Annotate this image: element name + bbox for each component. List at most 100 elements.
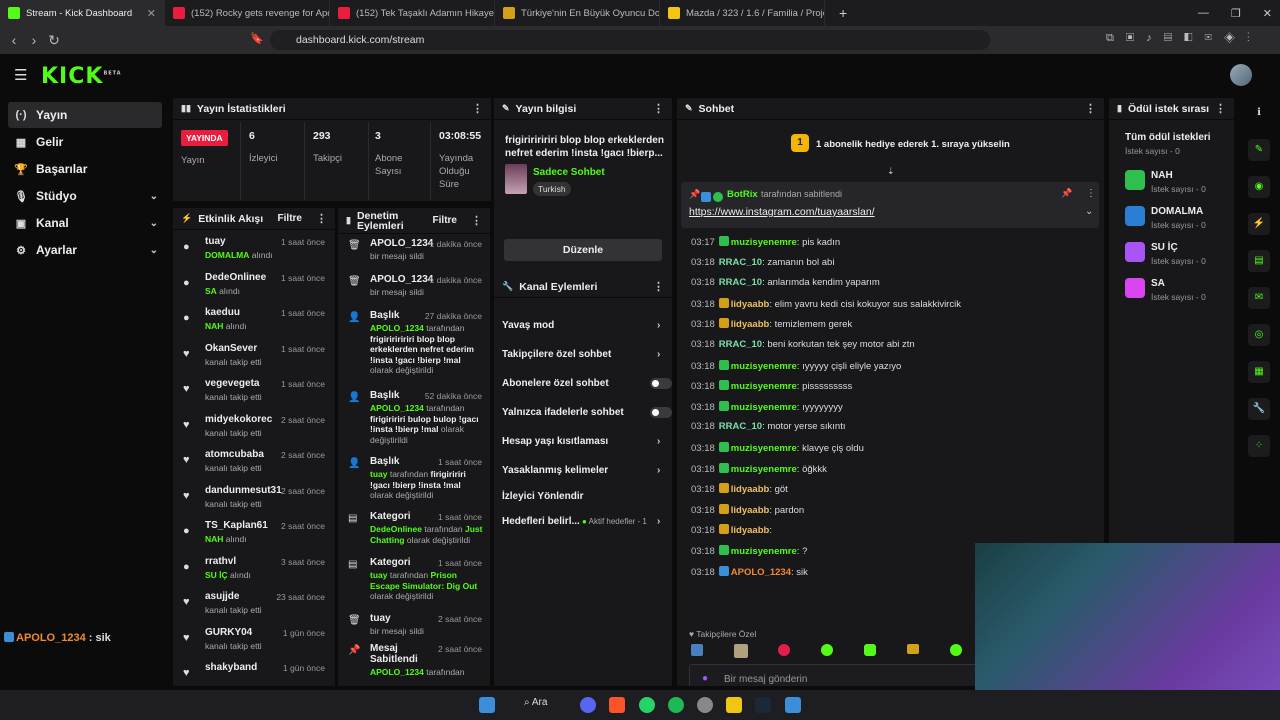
chat-username[interactable]: muzisyenemre [731,402,797,413]
browser-tab[interactable]: Türkiye'nin En Büyük Oyuncu Dostu ...✕ [495,0,660,26]
emote-row[interactable] [691,644,971,660]
new-tab-button[interactable]: + [839,5,847,21]
unpin-icon[interactable]: 📌 [1061,188,1072,199]
list-item[interactable]: ♥ atomcubaba kanalı takip etti 2 saat önce [173,445,335,481]
browser-tab[interactable]: Mazda / 323 / 1.6 / Familia / Projelik✕ [660,0,825,26]
pencil-icon[interactable]: ✎ [1248,139,1270,161]
list-item[interactable]: ♥ GURKY04 kanalı takip etti 1 gün önce [173,623,335,659]
list-item[interactable]: ♥ midyekokorec kanalı takip etti 2 saat önc… [173,410,335,446]
sidebar-item[interactable]: 🎙 Stüdyo ⌄ [8,183,162,209]
sidebar-item[interactable]: (·) Yayın [8,102,162,128]
chat-username[interactable]: muzisyenemre [731,237,797,248]
chat-username[interactable]: lidyaabb [731,525,770,536]
sidebar-item[interactable]: 🏆 Başarılar [8,156,162,182]
pinned-link[interactable]: https://www.instagram.com/tuayaarslan/ [689,206,875,218]
folder-icon[interactable] [726,697,742,713]
list-item[interactable]: ● TS_Kaplan61 NAH alındı 2 saat önce [173,516,335,552]
edit-button[interactable]: Düzenle [504,239,662,261]
url-field[interactable]: dashboard.kick.com/stream [270,30,990,50]
filter-button[interactable]: Filtre [278,213,302,224]
browser-tab[interactable]: (152) Rocky gets revenge for Apollo!✕ [165,0,330,26]
chevron-right-icon[interactable]: › [657,516,660,527]
document-icon[interactable]: ▤ [1248,250,1270,272]
more-icon[interactable]: ⋮ [316,212,327,225]
more-icon[interactable]: ⋮ [653,102,664,115]
chat-message[interactable]: 03:18 muzisyenemre: ıyyyyyyyy [691,400,843,413]
broadcast-icon[interactable]: ◎ [1248,324,1270,346]
more-icon[interactable]: ⋮ [1085,102,1096,115]
emote-icon[interactable] [864,644,876,656]
channel-action[interactable]: Yavaş mod › [502,320,662,331]
close-window-icon[interactable]: ✕ [1263,7,1272,20]
pinned-user[interactable]: BotRix [727,189,758,200]
channel-action[interactable]: Hedefleri belirl... › ● Aktif hedefler - 1 [502,516,662,527]
chat-username[interactable]: RRAC_10 [719,277,762,288]
chat-message[interactable]: 03:18 RRAC_10: zamanın bol abi [691,257,834,268]
whatsapp-icon[interactable] [639,697,655,713]
browser-toolbar-icons[interactable]: ⧉▣♪▤◧✉◈⋮ [1106,32,1262,45]
emote-icon[interactable] [691,644,703,656]
more-icon[interactable]: ⋮ [1086,188,1096,199]
info-icon[interactable]: ℹ [1248,102,1270,124]
chat-username[interactable]: muzisyenemre [731,381,797,392]
kick-logo[interactable]: KICKBETA [41,64,122,89]
discord-icon[interactable] [580,697,596,713]
browser-tab[interactable]: Stream - Kick Dashboard ✕ [0,0,165,26]
spotify-icon[interactable] [668,697,684,713]
chat-message[interactable]: 03:18 lidyaabb: [691,524,772,536]
filter-button[interactable]: Filtre [433,215,457,226]
forward-icon[interactable]: › [24,32,44,48]
toggle-switch[interactable] [650,378,672,389]
emote-icon[interactable] [950,644,962,656]
chevron-right-icon[interactable]: › [657,320,660,331]
gift-banner-text[interactable]: 1 abonelik hediye ederek 1. sıraya yükse… [816,139,1010,150]
list-item[interactable]: ● tuay DOMALMA alındı 1 saat önce [173,232,335,268]
browser-tab[interactable]: (152) Tek Taşaklı Adamın Hikayesi | P...… [330,0,495,26]
chat-icon[interactable]: ✉ [1248,287,1270,309]
brave-icon[interactable] [609,697,625,713]
reload-icon[interactable]: ↻ [44,32,64,49]
list-item[interactable]: ♥ dandunmesut31 kanalı takip etti 2 saat ön… [173,481,335,517]
message-input[interactable]: ● Bir mesaj gönderin [689,664,989,686]
chat-message[interactable]: 03:18 RRAC_10: beni korkutan tek şey moto… [691,339,915,350]
chevron-right-icon[interactable]: › [657,465,660,476]
chat-message[interactable]: 03:18 lidyaabb: temizlemem gerek [691,318,852,330]
list-item[interactable]: ● rrathvl SU İÇ alındı 3 saat önce [173,552,335,588]
emote-icon[interactable] [907,644,919,654]
chevron-down-icon[interactable]: ⌄ [150,218,158,229]
chat-message[interactable]: 03:18 muzisyenemre: ? [691,545,807,557]
list-item[interactable]: ● kaeduu NAH alındı 1 saat önce [173,303,335,339]
chevron-right-icon[interactable]: › [657,349,660,360]
list-item[interactable]: ● DedeOnlinee SA alındı 1 saat önce [173,268,335,304]
layout-icon[interactable]: ▦ [1248,361,1270,383]
channel-action[interactable]: Hesap yaşı kısıtlaması › [502,436,662,447]
list-item[interactable]: ♥ asujjde kanalı takip etti 23 saat önce [173,587,335,623]
steam-icon[interactable] [755,697,771,713]
toggle-switch[interactable] [650,407,672,418]
chat-username[interactable]: RRAC_10 [719,257,762,268]
chat-message[interactable]: 03:18 muzisyenemre: klavye çiş oldu [691,442,864,454]
back-icon[interactable]: ‹ [4,32,24,48]
more-icon[interactable]: ⋮ [472,102,483,115]
chat-username[interactable]: lidyaabb [731,505,770,516]
menu-icon[interactable]: ☰ [14,66,27,84]
wrench-icon[interactable]: 🔧 [1248,398,1270,420]
chat-username[interactable]: muzisyenemre [731,464,797,475]
chat-username[interactable]: muzisyenemre [731,361,797,372]
emote-icon[interactable] [821,644,833,656]
obs-icon[interactable] [697,697,713,713]
bookmark-icon[interactable]: 🔖 [250,32,264,45]
chat-message[interactable]: 03:18 muzisyenemre: pisssssssss [691,380,852,392]
chat-username[interactable]: lidyaabb [731,299,770,310]
channel-action[interactable]: Abonelere özel sohbet [502,378,672,389]
channel-action[interactable]: Yasaklanmış kelimeler › [502,465,662,476]
chat-username[interactable]: lidyaabb [731,484,770,495]
chat-message[interactable]: 03:18 APOLO_1234: sik [691,565,808,578]
app-icon[interactable] [785,697,801,713]
emote-icon[interactable] [778,644,790,656]
taskbar-search[interactable]: ⌕ Ara [524,697,547,708]
chat-message[interactable]: 03:18 lidyaabb: elim yavru kedi cisi koku… [691,297,961,310]
list-item[interactable]: ♥ OkanSever kanalı takip etti 1 saat önce [173,339,335,375]
sidebar-item[interactable]: ⚙ Ayarlar ⌄ [8,237,162,263]
more-icon[interactable]: ⋮ [1215,102,1226,115]
